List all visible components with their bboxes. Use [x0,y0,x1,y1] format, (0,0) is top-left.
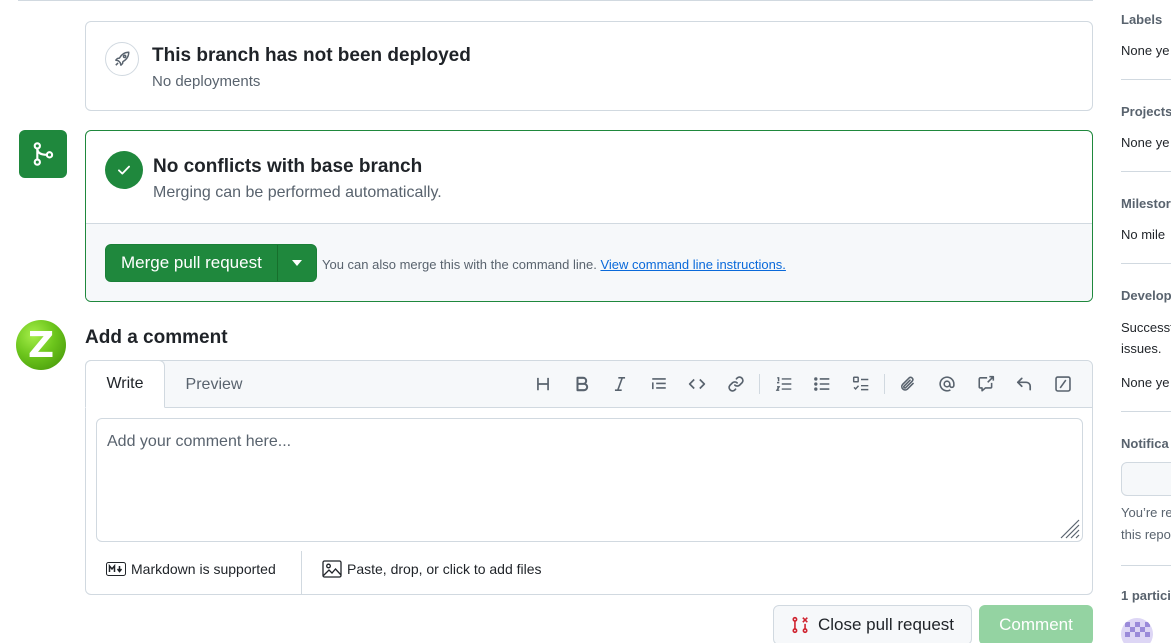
deployment-subtitle: No deployments [152,73,261,90]
milestone-heading[interactable]: Milestor [1121,196,1171,211]
markdown-support-link[interactable]: Markdown is supported [106,561,276,577]
development-heading[interactable]: Develop [1121,288,1171,303]
task-list-icon[interactable] [841,371,880,397]
editor-footer: Markdown is supported Paste, drop, or cl… [86,551,1092,595]
slash-commands-icon[interactable] [1043,371,1082,397]
sidebar-divider [1121,565,1171,566]
quote-icon[interactable] [639,371,678,397]
merge-actions: Merge pull request You can also merge th… [86,224,1092,301]
comment-editor: Write Preview Add your comment here... M… [85,360,1093,595]
close-pull-request-button[interactable]: Close pull request [773,605,972,643]
editor-header: Write Preview [85,360,1092,408]
comment-textarea[interactable]: Add your comment here... [96,418,1083,542]
notifications-subscribe-button[interactable] [1121,462,1171,496]
projects-heading[interactable]: Projects [1121,104,1171,119]
sidebar-divider [1121,263,1171,264]
toolbar-divider [884,374,886,394]
formatting-toolbar [524,371,1082,397]
deployment-title: This branch has not been deployed [152,45,471,66]
code-icon[interactable] [678,371,717,397]
sidebar-divider [1121,79,1171,80]
numbered-list-icon[interactable] [764,371,803,397]
comment-button[interactable]: Comment [979,605,1093,643]
timeline-divider [18,0,1093,1]
footer-divider [301,551,302,595]
development-text-2: issues. [1121,341,1162,356]
labels-value: None ye [1121,43,1170,58]
comment-placeholder: Add your comment here... [107,433,292,450]
sidebar-divider [1121,171,1171,172]
bold-icon[interactable] [562,371,601,397]
tab-preview[interactable]: Preview [170,361,258,408]
participants-heading: 1 partici [1121,588,1171,603]
command-line-hint-text: You can also merge this with the command… [322,257,597,272]
sidebar-divider [1121,411,1171,412]
notifications-heading: Notifica [1121,436,1169,451]
link-icon[interactable] [717,371,756,397]
projects-value: None ye [1121,135,1170,150]
unordered-list-icon[interactable] [803,371,842,397]
pr-sidebar: Labels None ye Projects None ye Milestor… [1121,0,1171,643]
attach-icon[interactable] [889,371,928,397]
command-line-instructions-link[interactable]: View command line instructions. [600,257,785,272]
merge-status-title: No conflicts with base branch [153,156,423,177]
tab-write[interactable]: Write [85,360,165,408]
git-merge-icon [19,130,67,178]
mention-icon[interactable] [928,371,967,397]
cross-reference-icon[interactable] [966,371,1005,397]
deployment-status-box: This branch has not been deployed No dep… [85,21,1093,111]
add-files-button[interactable]: Paste, drop, or click to add files [322,560,542,578]
check-icon [105,151,143,189]
participant-avatar[interactable] [1121,618,1153,643]
heading-icon[interactable] [524,371,563,397]
milestone-value: No mile [1121,227,1166,242]
toolbar-divider [759,374,761,394]
development-text-1: Successf [1121,320,1171,335]
merge-button-group: Merge pull request [105,244,317,282]
reply-icon[interactable] [1005,371,1044,397]
command-line-hint: You can also merge this with the command… [322,257,786,272]
merge-status-box: No conflicts with base branch Merging ca… [85,130,1093,302]
merge-options-dropdown[interactable] [278,245,316,281]
italic-icon[interactable] [601,371,640,397]
development-value: None ye [1121,375,1170,390]
labels-heading[interactable]: Labels [1121,12,1162,27]
merge-pull-request-button[interactable]: Merge pull request [106,245,278,281]
markdown-icon [106,562,126,576]
markdown-note: Markdown is supported [131,561,276,577]
merge-status-header: No conflicts with base branch Merging ca… [86,131,1092,224]
triangle-down-icon [291,260,302,266]
merge-status-subtitle: Merging can be performed automatically. [153,184,442,201]
notifications-text-1: You’re re [1121,505,1171,520]
git-pull-request-closed-icon [792,616,808,634]
avatar-letter: Z [27,324,55,366]
avatar[interactable]: Z [16,320,66,370]
files-note: Paste, drop, or click to add files [347,561,542,577]
add-comment-heading: Add a comment [85,327,228,348]
close-pull-request-label: Close pull request [817,615,955,634]
resize-handle-icon[interactable] [1058,517,1080,539]
notifications-text-2: this repo [1121,527,1171,542]
image-icon [322,560,342,578]
rocket-icon [105,42,139,76]
